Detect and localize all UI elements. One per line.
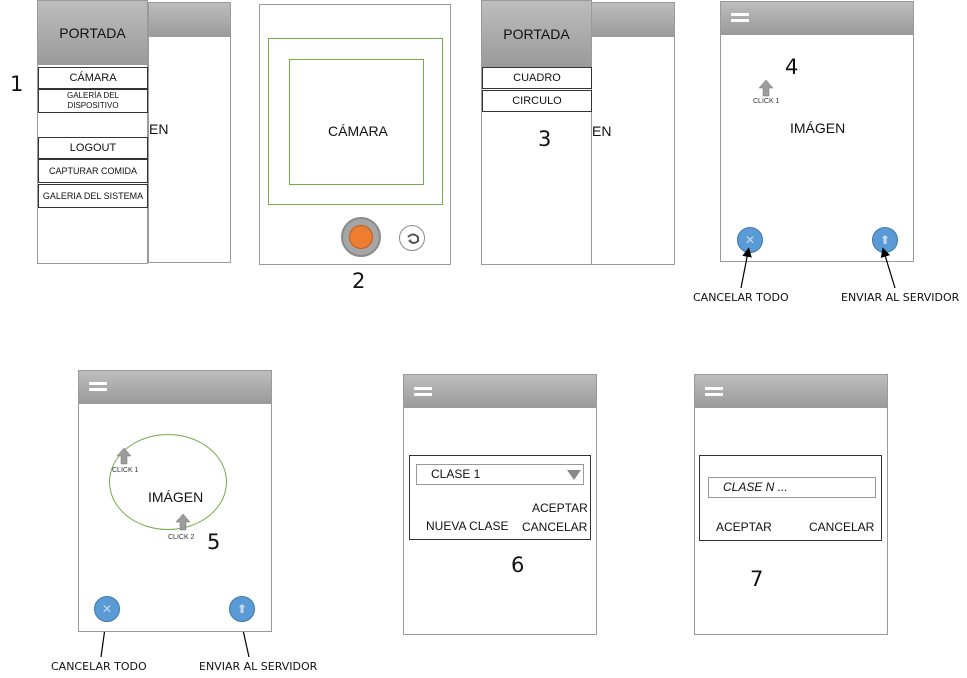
- drawer-header: PORTADA: [38, 1, 147, 65]
- switch-camera-button[interactable]: [399, 225, 425, 251]
- menu-item-circle[interactable]: CIRCULO: [482, 90, 592, 112]
- drawer-3-header: PORTADA: [482, 1, 591, 67]
- screen-3-background: EN: [591, 2, 675, 265]
- cancel-all-caption: CANCELAR TODO: [693, 291, 789, 304]
- screen-1-background-header: [149, 3, 230, 37]
- screen-2-camera: CÁMARA: [259, 4, 451, 265]
- screen-5-header: [79, 371, 271, 404]
- drawer-title: PORTADA: [59, 25, 126, 41]
- send-server-caption: ENVIAR AL SERVIDOR: [841, 291, 960, 304]
- shutter-icon: [349, 225, 373, 249]
- cancel-all-button[interactable]: ✕: [737, 227, 763, 253]
- send-server-caption: ENVIAR AL SERVIDOR: [199, 660, 318, 673]
- screen-7-header: [695, 375, 887, 408]
- menu-item-device-gallery[interactable]: GALERÍA DEL DISPOSITIVO: [38, 89, 148, 113]
- cancel-all-button[interactable]: ✕: [94, 596, 120, 622]
- menu-icon[interactable]: [414, 387, 432, 397]
- send-server-button[interactable]: ⬆: [872, 227, 898, 253]
- screen-7-dialog: CLASE N ... ACEPTAR CANCELAR 7: [694, 374, 888, 635]
- cancel-button[interactable]: CANCELAR: [522, 520, 587, 534]
- click-arrow-icon: [116, 447, 132, 465]
- image-label: IMÁGEN: [148, 489, 204, 505]
- menu-icon[interactable]: [731, 13, 749, 23]
- menu-item-system-gallery[interactable]: GALERIA DEL SISTEMA: [38, 184, 148, 208]
- click-2-label: CLICK 2: [168, 534, 195, 541]
- screen-4-image: 4 CLICK 1 IMÁGEN ✕ ⬆: [720, 1, 914, 262]
- new-class-button[interactable]: NUEVA CLASE: [426, 519, 508, 533]
- new-class-dialog: CLASE N ... ACEPTAR CANCELAR: [699, 455, 882, 541]
- click-arrow-icon: [758, 79, 774, 97]
- screen-5-number: 5: [207, 530, 221, 554]
- screen-1-number: 1: [10, 72, 24, 96]
- screen-6-dialog: CLASE 1 ACEPTAR NUEVA CLASE CANCELAR 6: [403, 374, 597, 635]
- screen-4-number: 4: [785, 55, 799, 79]
- drawer-3-title: PORTADA: [503, 26, 570, 42]
- screen-6-number: 6: [511, 553, 525, 577]
- x-icon: ✕: [744, 233, 756, 247]
- shutter-button[interactable]: [341, 217, 381, 257]
- class-select[interactable]: CLASE 1: [416, 464, 584, 485]
- screen-2-number: 2: [352, 269, 366, 293]
- accept-button[interactable]: ACEPTAR: [532, 501, 588, 515]
- camera-inner-frame: [289, 59, 424, 185]
- x-icon: ✕: [101, 602, 113, 616]
- menu-item-camera[interactable]: CÁMARA: [38, 67, 148, 89]
- screen-1-background: EN: [148, 2, 231, 263]
- screen-3-number: 3: [538, 127, 552, 151]
- screen-4-header: [721, 2, 913, 35]
- switch-camera-icon: [407, 233, 419, 244]
- menu-item-capture-food[interactable]: CAPTURAR COMIDA: [38, 159, 148, 183]
- click-1-label: CLICK 1: [112, 467, 139, 474]
- screen-3-background-header: [592, 3, 674, 37]
- up-arrow-icon: ⬆: [879, 233, 891, 247]
- menu-item-square[interactable]: CUADRO: [482, 67, 592, 89]
- class-select-value: CLASE 1: [431, 467, 481, 481]
- up-arrow-icon: ⬆: [236, 602, 248, 616]
- screen-6-header: [404, 375, 596, 408]
- screen-3-drawer: PORTADA CUADRO CIRCULO 3: [481, 0, 592, 265]
- screen-1-drawer: PORTADA CÁMARA GALERÍA DEL DISPOSITIVO L…: [37, 0, 148, 264]
- menu-item-logout[interactable]: LOGOUT: [38, 137, 148, 159]
- class-select-dialog: CLASE 1 ACEPTAR NUEVA CLASE CANCELAR: [409, 455, 591, 540]
- menu-icon[interactable]: [705, 387, 723, 397]
- send-server-button[interactable]: ⬆: [229, 596, 255, 622]
- menu-icon[interactable]: [89, 382, 107, 392]
- screen-7-number: 7: [750, 567, 764, 591]
- dropdown-arrow-icon: [567, 470, 581, 480]
- screen-3-behind-text: EN: [592, 123, 612, 139]
- image-label: IMÁGEN: [790, 120, 846, 136]
- cancel-all-caption: CANCELAR TODO: [51, 660, 147, 673]
- click-arrow-icon: [175, 513, 191, 531]
- cancel-button[interactable]: CANCELAR: [809, 520, 874, 534]
- screen-1-behind-text: EN: [149, 121, 169, 137]
- click-1-label: CLICK 1: [753, 98, 780, 105]
- screen-5-image: CLICK 1 IMÁGEN CLICK 2 5 ✕ ⬆: [78, 370, 272, 632]
- camera-label: CÁMARA: [328, 123, 388, 139]
- accept-button[interactable]: ACEPTAR: [716, 520, 772, 534]
- class-name-input[interactable]: CLASE N ...: [708, 477, 876, 498]
